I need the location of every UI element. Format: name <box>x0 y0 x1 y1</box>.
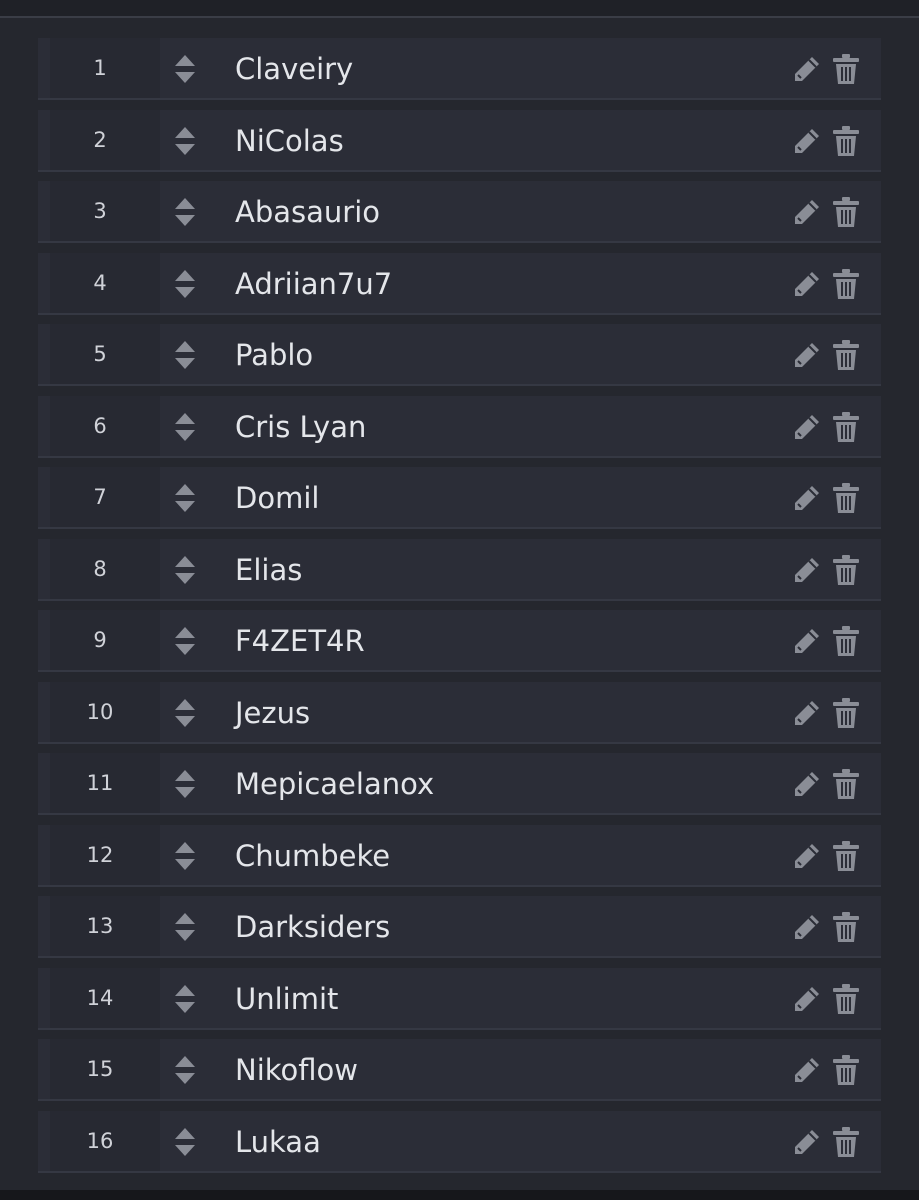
list-item: 3 Abasaurio <box>38 181 881 243</box>
sort-handle-icon[interactable] <box>174 1055 196 1085</box>
pencil-icon[interactable] <box>790 1127 822 1159</box>
player-name: Darksiders <box>235 910 391 944</box>
sort-handle-icon[interactable] <box>174 769 196 799</box>
pencil-icon[interactable] <box>790 269 822 301</box>
trash-icon[interactable] <box>832 625 860 657</box>
list-item: 10 Jezus <box>38 681 881 744</box>
pencil-icon[interactable] <box>790 54 822 86</box>
position-number: 3 <box>93 199 107 223</box>
list-item: 2 NiColas <box>38 109 881 172</box>
list-item: 8 Elias <box>38 538 881 601</box>
list-item: 15 Nikoflow <box>38 1039 881 1101</box>
position-number: 8 <box>93 556 107 581</box>
trash-icon[interactable] <box>832 196 860 228</box>
trash-icon[interactable] <box>832 697 860 729</box>
position-number: 13 <box>86 914 114 938</box>
pencil-icon[interactable] <box>790 841 822 873</box>
trash-icon[interactable] <box>832 554 860 586</box>
position-number: 16 <box>86 1128 114 1153</box>
sort-handle-icon[interactable] <box>174 197 196 227</box>
position-number: 11 <box>86 771 114 795</box>
pencil-icon[interactable] <box>790 1055 822 1087</box>
list-item: 14 Unlimit <box>38 967 881 1030</box>
trash-icon[interactable] <box>832 339 860 371</box>
pencil-icon[interactable] <box>790 412 822 444</box>
pencil-icon[interactable] <box>790 340 822 372</box>
list-item: 12 Chumbeke <box>38 824 881 887</box>
list-item: 7 Domil <box>38 467 881 529</box>
player-name: Pablo <box>235 338 314 372</box>
position-number: 1 <box>93 56 107 80</box>
player-name: Jezus <box>235 695 311 730</box>
list-item: 9 F4ZET4R <box>38 610 881 672</box>
trash-icon[interactable] <box>832 411 860 443</box>
position-number: 6 <box>93 413 107 438</box>
sort-handle-icon[interactable] <box>174 412 196 442</box>
position-number: 12 <box>86 842 114 867</box>
player-name: Mepicaelanox <box>235 767 435 801</box>
list-item: 11 Mepicaelanox <box>38 753 881 815</box>
sort-handle-icon[interactable] <box>174 984 196 1014</box>
position-number: 9 <box>93 628 107 652</box>
position-number: 5 <box>93 342 107 366</box>
sort-handle-icon[interactable] <box>174 912 196 942</box>
sort-handle-icon[interactable] <box>174 555 196 585</box>
list-item: 13 Darksiders <box>38 896 881 958</box>
trash-icon[interactable] <box>832 840 860 872</box>
player-name: Elias <box>235 552 303 587</box>
trash-icon[interactable] <box>832 1126 860 1158</box>
player-name: Abasaurio <box>235 195 380 229</box>
trash-icon[interactable] <box>832 482 860 514</box>
trash-icon[interactable] <box>832 911 860 943</box>
player-name: NiColas <box>235 123 344 158</box>
list-item: 5 Pablo <box>38 324 881 386</box>
player-name: Claveiry <box>235 52 354 86</box>
player-name: Lukaa <box>235 1124 321 1159</box>
pencil-icon[interactable] <box>790 912 822 944</box>
player-name: Chumbeke <box>235 838 391 873</box>
position-number: 2 <box>93 127 107 152</box>
position-number: 7 <box>93 485 107 509</box>
sort-handle-icon[interactable] <box>174 626 196 656</box>
sort-handle-icon[interactable] <box>174 841 196 871</box>
sort-handle-icon[interactable] <box>174 483 196 513</box>
position-number: 15 <box>86 1057 114 1081</box>
trash-icon[interactable] <box>832 268 860 300</box>
player-name: F4ZET4R <box>235 624 365 658</box>
sort-handle-icon[interactable] <box>174 54 196 84</box>
sort-handle-icon[interactable] <box>174 1127 196 1157</box>
trash-icon[interactable] <box>832 125 860 157</box>
list-item: 1 Claveiry <box>38 38 881 100</box>
position-number: 14 <box>86 985 114 1010</box>
position-number: 4 <box>93 270 107 295</box>
sort-handle-icon[interactable] <box>174 126 196 156</box>
player-name: Nikoflow <box>235 1053 358 1087</box>
trash-icon[interactable] <box>832 53 860 85</box>
sort-handle-icon[interactable] <box>174 269 196 299</box>
list-item: 16 Lukaa <box>38 1110 881 1173</box>
player-name: Unlimit <box>235 981 339 1016</box>
list-item: 4 Adriian7u7 <box>38 252 881 315</box>
sort-handle-icon[interactable] <box>174 698 196 728</box>
player-name: Domil <box>235 481 320 515</box>
pencil-icon[interactable] <box>790 626 822 658</box>
position-number: 10 <box>86 699 114 724</box>
trash-icon[interactable] <box>832 1054 860 1086</box>
pencil-icon[interactable] <box>790 197 822 229</box>
player-name: Cris Lyan <box>235 409 367 444</box>
pencil-icon[interactable] <box>790 984 822 1016</box>
trash-icon[interactable] <box>832 983 860 1015</box>
pencil-icon[interactable] <box>790 483 822 515</box>
top-bar <box>0 0 919 18</box>
player-list: 1 Claveiry 2 NiColas 3 Abasaurio 4 Adrii… <box>38 38 881 1182</box>
pencil-icon[interactable] <box>790 769 822 801</box>
pencil-icon[interactable] <box>790 698 822 730</box>
bottom-bar <box>0 1190 919 1200</box>
pencil-icon[interactable] <box>790 555 822 587</box>
sort-handle-icon[interactable] <box>174 340 196 370</box>
pencil-icon[interactable] <box>790 126 822 158</box>
list-item: 6 Cris Lyan <box>38 395 881 458</box>
player-name: Adriian7u7 <box>235 266 393 301</box>
trash-icon[interactable] <box>832 768 860 800</box>
